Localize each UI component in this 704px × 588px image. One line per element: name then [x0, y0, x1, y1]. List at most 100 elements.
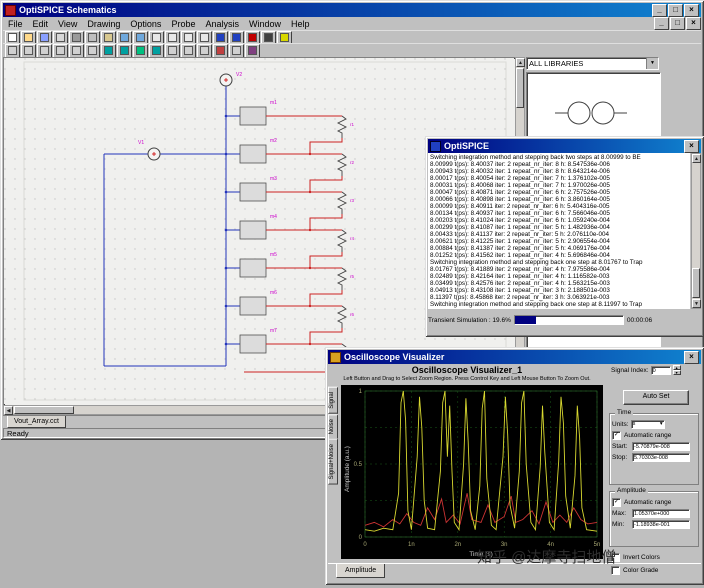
scroll-left-icon[interactable]: ◀ [4, 406, 13, 415]
title-bar[interactable]: Oscilloscope Visualizer × [328, 350, 701, 364]
window-title: OptiSPICE Schematics [19, 5, 651, 15]
time-auto-range-checkbox[interactable]: ✓ [612, 431, 621, 440]
close-button[interactable]: × [684, 4, 699, 17]
menu-help[interactable]: Help [286, 19, 315, 29]
simulation-status: Transient Simulation : 19.6% [428, 317, 511, 324]
library-dropdown[interactable]: ALL LIBRARIES ▼ [526, 57, 659, 70]
minimize-button[interactable]: _ [652, 4, 667, 17]
chevron-down-icon[interactable]: ▾ [660, 420, 663, 429]
oscilloscope-button[interactable] [245, 44, 260, 58]
stop-field[interactable]: 5.70303e-008 [632, 453, 690, 462]
close-button[interactable]: × [684, 140, 699, 153]
draw-bus-icon [232, 33, 241, 42]
scope-side-tabs: SignalNoiseSignal+Noise [328, 387, 340, 485]
lib-c-button[interactable] [133, 44, 148, 58]
maximize-button[interactable]: □ [668, 4, 683, 17]
title-bar[interactable]: OptiSPICE Schematics _ □ × [3, 3, 701, 17]
align-button[interactable] [165, 44, 180, 58]
run-simulation-button[interactable] [5, 44, 20, 58]
scroll-thumb[interactable] [516, 68, 524, 108]
chevron-down-icon[interactable]: ▼ [646, 58, 658, 69]
max-field[interactable]: 1.05370e+000 [632, 509, 690, 518]
redo-icon [136, 33, 145, 42]
log-output[interactable]: Switching integration method and steppin… [428, 153, 690, 309]
auto-set-button[interactable]: Auto Set [623, 390, 689, 405]
simulation-status-row: Transient Simulation : 19.6% 00:00:06 [428, 313, 701, 327]
time-auto-range-label: Automatic range [624, 432, 671, 439]
scope-plot[interactable]: 01n2n3n4n5n00.51 Time (s) Amplitude (a.u… [341, 385, 603, 559]
stop-label: Stop: [612, 454, 630, 461]
voltage-probe-icon [40, 46, 49, 55]
lib-c-icon [136, 46, 145, 55]
amplitude-auto-range-label: Automatic range [624, 499, 671, 506]
elapsed-time: 00:00:06 [627, 317, 652, 324]
close-button[interactable]: × [684, 351, 699, 364]
menu-bar: FileEditViewDrawingOptionsProbeAnalysisW… [3, 17, 701, 30]
lib-a-button[interactable] [101, 44, 116, 58]
svg-text:V2: V2 [236, 72, 242, 78]
title-bar[interactable]: OptiSPICE × [428, 139, 701, 153]
run-simulation-icon [8, 46, 17, 55]
lib-d-button[interactable] [149, 44, 164, 58]
side-tab-signal-noise[interactable]: Signal+Noise [328, 439, 338, 485]
doc-minimize-button[interactable]: _ [654, 17, 669, 30]
sim-settings-button[interactable] [85, 44, 100, 58]
doc-restore-button[interactable]: □ [670, 17, 685, 30]
time-group: Time Units: s ▾ ✓ Automatic range Start:… [609, 413, 699, 485]
mirror-button[interactable] [197, 44, 212, 58]
rotate-button[interactable] [181, 44, 196, 58]
side-tab-noise[interactable]: Noise [328, 414, 338, 439]
log-line: 8.00999 t(ps): 8.40037 iter: 2 repeat_nr… [430, 161, 688, 168]
svg-text:m5: m5 [270, 252, 277, 258]
svg-text:2n: 2n [454, 542, 461, 548]
menu-view[interactable]: View [53, 19, 82, 29]
voltage-probe-button[interactable] [37, 44, 52, 58]
amplitude-tab[interactable]: Amplitude [336, 564, 385, 578]
menu-file[interactable]: File [3, 19, 28, 29]
log-scrollbar[interactable]: ▲ ▼ [691, 153, 701, 309]
color-icon [216, 46, 225, 55]
log-line: 8.00017 t(ps): 8.40054 iter: 2 repeat_nr… [430, 175, 688, 182]
log-line: 8.01252 t(ps): 8.41562 iter: 1 repeat_nr… [430, 252, 688, 259]
menu-analysis[interactable]: Analysis [200, 19, 244, 29]
menu-options[interactable]: Options [125, 19, 166, 29]
zoom-fit-icon [200, 33, 209, 42]
menu-window[interactable]: Window [244, 19, 286, 29]
copy-icon [88, 33, 97, 42]
svg-text:r1: r1 [350, 122, 354, 127]
grid-button[interactable] [229, 44, 244, 58]
svg-text:m1: m1 [270, 100, 277, 106]
log-line: 8.00066 t(ps): 8.40898 iter: 1 repeat_nr… [430, 196, 688, 203]
menu-drawing[interactable]: Drawing [82, 19, 125, 29]
help-icon [280, 33, 289, 42]
lib-b-icon [120, 46, 129, 55]
log-line: 8.02489 t(ps): 8.42164 iter: 1 repeat_nr… [430, 273, 688, 280]
start-field[interactable]: -5.70879e-008 [632, 442, 690, 451]
log-line: 8.11397 t(ps): 8.45868 iter: 2 repeat_nr… [430, 294, 688, 301]
menu-edit[interactable]: Edit [28, 19, 54, 29]
marker-button[interactable] [69, 44, 84, 58]
current-probe-button[interactable] [53, 44, 68, 58]
color-button[interactable] [213, 44, 228, 58]
units-dropdown[interactable]: s ▾ [631, 420, 665, 429]
scroll-down-icon[interactable]: ▼ [692, 299, 701, 308]
min-field[interactable]: -1.18938e-001 [632, 520, 690, 529]
log-line: 8.00621 t(ps): 8.41225 iter: 1 repeat_nr… [430, 238, 688, 245]
signal-index-stepper[interactable]: ▲▼ [673, 365, 681, 375]
scroll-up-icon[interactable]: ▲ [516, 58, 525, 67]
mirror-icon [200, 46, 209, 55]
doc-close-button[interactable]: × [686, 17, 701, 30]
menu-probe[interactable]: Probe [166, 19, 200, 29]
scroll-thumb[interactable] [14, 406, 74, 414]
amplitude-auto-range-checkbox[interactable]: ✓ [612, 498, 621, 507]
signal-index-field[interactable]: 0 [651, 366, 671, 375]
lib-b-button[interactable] [117, 44, 132, 58]
stop-simulation-button[interactable] [21, 44, 36, 58]
scroll-up-icon[interactable]: ▲ [692, 154, 701, 163]
side-tab-signal[interactable]: Signal [328, 387, 338, 414]
svg-text:m6: m6 [270, 290, 277, 296]
log-line: 8.00884 t(ps): 8.41387 iter: 2 repeat_nr… [430, 245, 688, 252]
scroll-thumb[interactable] [692, 268, 700, 298]
log-line: Switching integration method and steppin… [430, 301, 688, 308]
log-line: 8.00099 t(ps): 8.40911 iter: 2 repeat_nr… [430, 203, 688, 210]
